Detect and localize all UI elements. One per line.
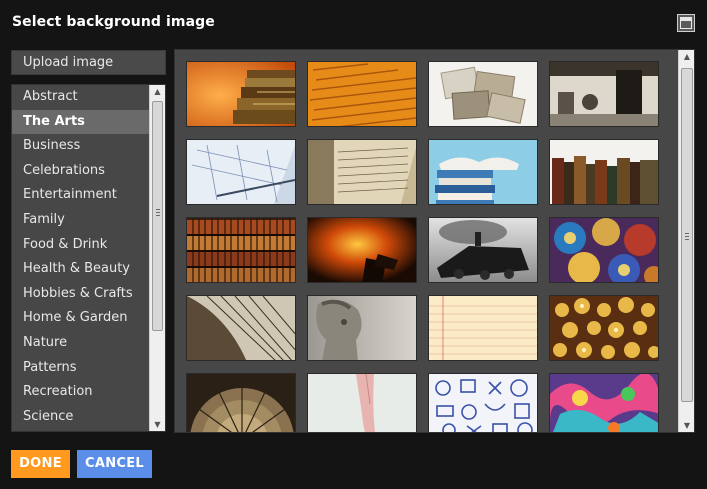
cancel-button[interactable]: CANCEL bbox=[77, 450, 152, 478]
image-thumb-old-photos[interactable] bbox=[428, 61, 538, 127]
image-thumb-spotlight[interactable] bbox=[307, 217, 417, 283]
background-image-dialog: Select background image Upload image Abs… bbox=[0, 0, 707, 489]
image-thumb-statue[interactable] bbox=[307, 295, 417, 361]
image-thumb-book-stack-sky[interactable] bbox=[428, 139, 538, 205]
category-item-business[interactable]: Business bbox=[12, 134, 149, 159]
image-thumb-harp[interactable] bbox=[186, 295, 296, 361]
done-button[interactable]: DONE bbox=[11, 450, 70, 478]
image-thumb-library-shelf[interactable] bbox=[186, 217, 296, 283]
category-item-science[interactable]: Science bbox=[12, 405, 149, 430]
scroll-up-arrow-icon[interactable]: ▲ bbox=[150, 85, 165, 98]
maximize-icon[interactable] bbox=[677, 14, 695, 32]
image-thumb-vintage-workshop[interactable] bbox=[549, 61, 659, 127]
image-thumb-doodles[interactable] bbox=[428, 373, 538, 432]
category-item-food-drink[interactable]: Food & Drink bbox=[12, 233, 149, 258]
image-thumb-blueprints[interactable] bbox=[186, 139, 296, 205]
image-thumb-graffiti[interactable] bbox=[549, 373, 659, 432]
image-thumb-locomotive[interactable] bbox=[428, 217, 538, 283]
category-item-nature[interactable]: Nature bbox=[12, 331, 149, 356]
category-scrollbar[interactable]: ▲ ▼ bbox=[149, 85, 165, 431]
image-thumb-pottery[interactable] bbox=[549, 217, 659, 283]
image-thumb-ballet-shoes[interactable] bbox=[307, 373, 417, 432]
image-thumb-orange-script[interactable] bbox=[307, 61, 417, 127]
scroll-down-arrow-icon[interactable]: ▼ bbox=[679, 419, 694, 432]
category-list: Abstract The Arts Business Celebrations … bbox=[11, 84, 166, 432]
scroll-up-arrow-icon[interactable]: ▲ bbox=[679, 50, 694, 63]
image-grid: ▲ ▼ bbox=[174, 49, 695, 433]
category-item-celebrations[interactable]: Celebrations bbox=[12, 159, 149, 184]
image-thumb-chandelier[interactable] bbox=[549, 295, 659, 361]
image-thumb-dome[interactable] bbox=[186, 373, 296, 432]
image-scroll-thumb[interactable] bbox=[681, 68, 693, 402]
scroll-down-arrow-icon[interactable]: ▼ bbox=[150, 418, 165, 431]
category-item-patterns[interactable]: Patterns bbox=[12, 356, 149, 381]
category-scroll-thumb[interactable] bbox=[152, 101, 163, 331]
dialog-title: Select background image bbox=[12, 14, 215, 30]
image-thumb-notepaper[interactable] bbox=[428, 295, 538, 361]
image-thumb-old-books-row[interactable] bbox=[549, 139, 659, 205]
image-scrollbar[interactable]: ▲ ▼ bbox=[678, 50, 694, 432]
image-thumb-open-book[interactable] bbox=[307, 139, 417, 205]
category-item-recreation[interactable]: Recreation bbox=[12, 380, 149, 405]
category-item-home-garden[interactable]: Home & Garden bbox=[12, 306, 149, 331]
image-thumb-books-orange[interactable] bbox=[186, 61, 296, 127]
category-item-entertainment[interactable]: Entertainment bbox=[12, 183, 149, 208]
category-item-abstract[interactable]: Abstract bbox=[12, 85, 149, 110]
upload-image-button[interactable]: Upload image bbox=[11, 50, 166, 75]
category-item-the-arts[interactable]: The Arts bbox=[12, 109, 149, 135]
category-item-hobbies-crafts[interactable]: Hobbies & Crafts bbox=[12, 282, 149, 307]
category-item-family[interactable]: Family bbox=[12, 208, 149, 233]
category-item-health-beauty[interactable]: Health & Beauty bbox=[12, 257, 149, 282]
